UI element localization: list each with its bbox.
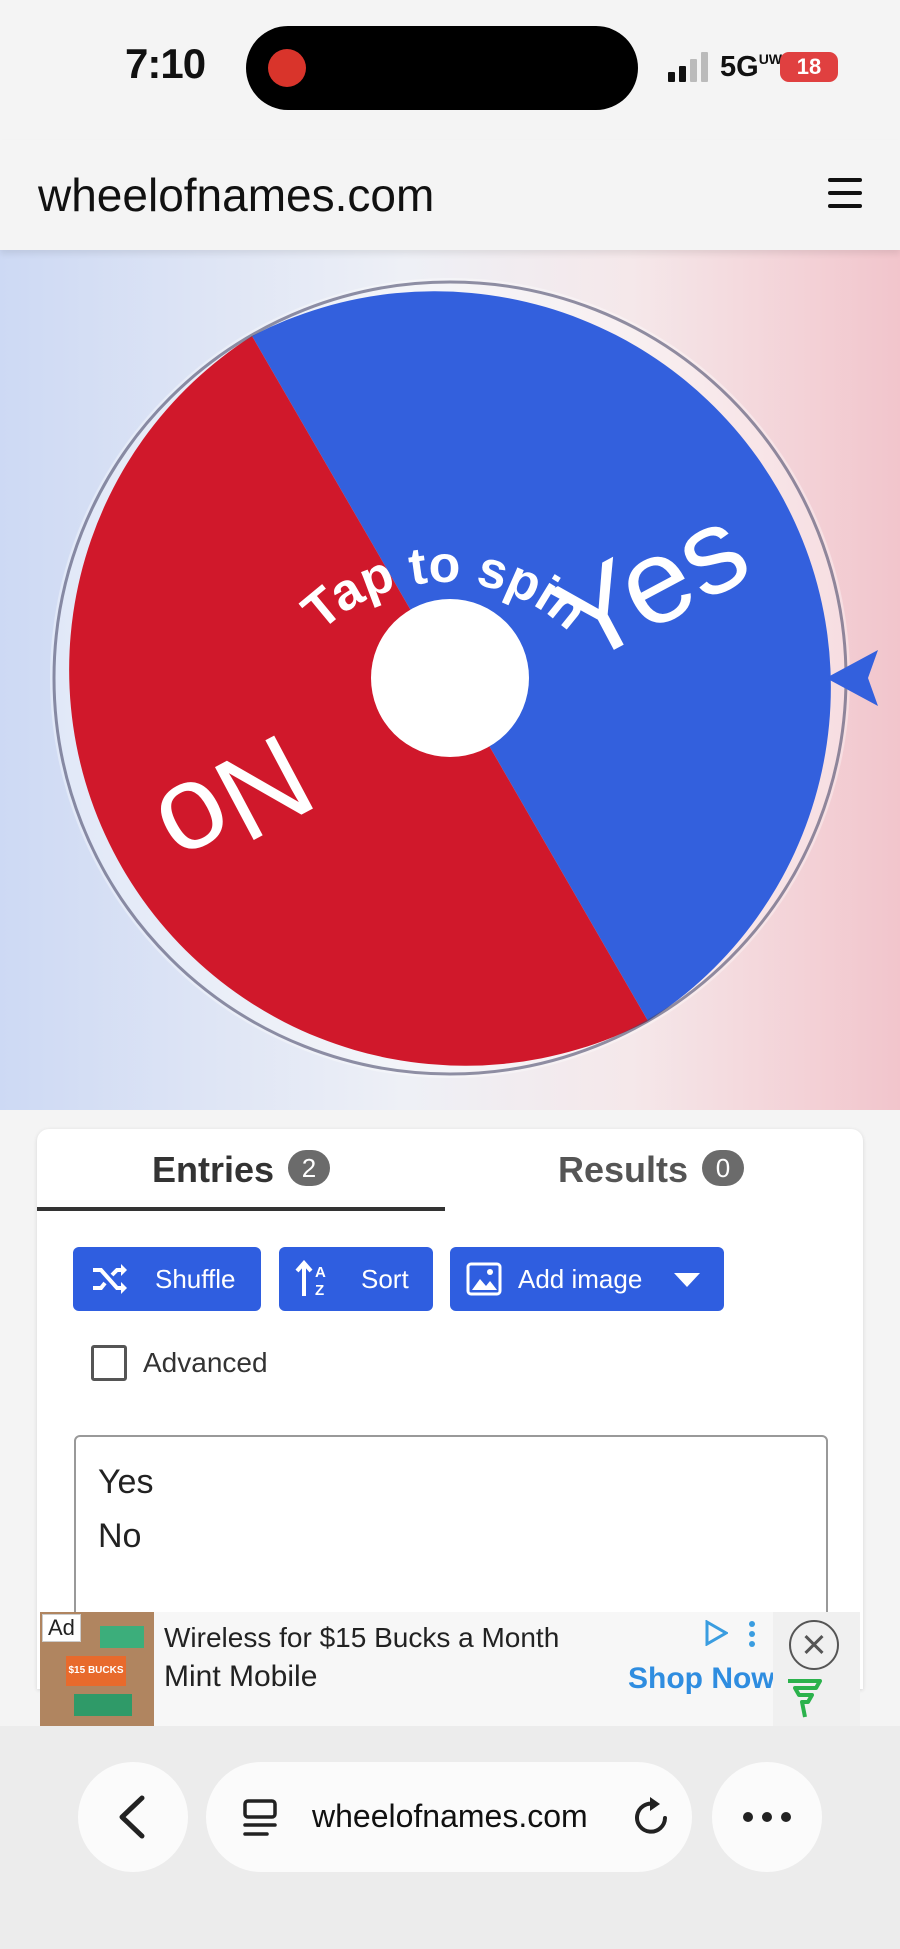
ad-more-icon[interactable]	[747, 1620, 757, 1648]
svg-text:A: A	[315, 1264, 326, 1281]
signal-strength-icon	[668, 52, 708, 82]
image-icon	[466, 1262, 502, 1296]
sort-label: Sort	[361, 1264, 409, 1294]
entries-panel: Entries 2 Results 0 Shuffle A Z Sort Add i…	[37, 1129, 863, 1699]
url-text[interactable]: wheelofnames.com	[312, 1798, 588, 1835]
ad-image[interactable]: $15 BUCKS Ad	[40, 1612, 154, 1726]
shuffle-label: Shuffle	[155, 1264, 236, 1294]
network-type: 5GUW	[720, 51, 783, 83]
entries-count-badge: 2	[288, 1150, 331, 1187]
tab-results-label: Results	[557, 1149, 689, 1190]
status-bar: 7:10 5GUW 18	[0, 0, 900, 140]
shuffle-button[interactable]: Shuffle	[73, 1247, 261, 1311]
shuffle-icon	[93, 1264, 127, 1294]
browser-toolbar: wheelofnames.com	[0, 1726, 900, 1949]
tab-entries[interactable]: Entries 2	[37, 1129, 445, 1211]
hamburger-menu-icon[interactable]	[828, 178, 862, 210]
sort-az-icon: A Z	[295, 1260, 326, 1298]
battery-icon: 18	[780, 52, 838, 82]
results-count-badge: 0	[702, 1150, 745, 1187]
entry-line: No	[98, 1517, 142, 1555]
address-bar[interactable]: wheelofnames.com	[206, 1762, 692, 1872]
ad-tag: Ad	[42, 1614, 81, 1642]
chevron-left-icon	[119, 1795, 145, 1839]
ad-controls	[773, 1612, 860, 1726]
site-header: wheelofnames.com	[0, 140, 900, 250]
advanced-checkbox[interactable]	[91, 1345, 127, 1381]
add-image-label: Add image	[518, 1264, 643, 1294]
advanced-label: Advanced	[143, 1347, 268, 1378]
ad-cta-button[interactable]: Shop Now	[628, 1662, 775, 1696]
site-title[interactable]: wheelofnames.com	[38, 168, 434, 222]
dropdown-arrow-icon[interactable]	[674, 1273, 700, 1287]
entry-line: Yes	[98, 1463, 154, 1501]
recording-indicator-icon	[268, 49, 306, 87]
ad-image-text: $15 BUCKS	[66, 1656, 126, 1686]
wheel-hub	[371, 599, 529, 757]
ad-image-card	[74, 1694, 132, 1716]
dynamic-island	[246, 26, 638, 110]
ellipsis-icon	[743, 1812, 791, 1822]
back-button[interactable]	[78, 1762, 188, 1872]
ad-image-card	[100, 1626, 144, 1648]
spin-wheel[interactable]: Yes No Tap to spin	[0, 250, 900, 1110]
tab-results[interactable]: Results 0	[447, 1129, 855, 1209]
tabs-overview-icon[interactable]	[242, 1798, 280, 1838]
wheel-area: Yes No Tap to spin	[0, 250, 900, 1110]
ad-network-logo-icon	[788, 1679, 822, 1718]
reload-icon[interactable]	[632, 1796, 672, 1838]
sort-button[interactable]: A Z Sort	[279, 1247, 433, 1311]
ad-headline[interactable]: Wireless for $15 Bucks a Month	[164, 1622, 559, 1654]
tab-entries-label: Entries	[151, 1149, 275, 1190]
more-options-button[interactable]	[712, 1762, 822, 1872]
ad-advertiser[interactable]: Mint Mobile	[164, 1660, 317, 1694]
clock: 7:10	[125, 40, 206, 87]
ad-close-icon[interactable]	[789, 1620, 839, 1670]
ad-banner[interactable]: $15 BUCKS Ad Wireless for $15 Bucks a Mo…	[40, 1612, 860, 1726]
add-image-button[interactable]: Add image	[450, 1247, 724, 1311]
svg-text:Z: Z	[315, 1282, 324, 1298]
ad-choices-icon[interactable]	[704, 1620, 728, 1646]
